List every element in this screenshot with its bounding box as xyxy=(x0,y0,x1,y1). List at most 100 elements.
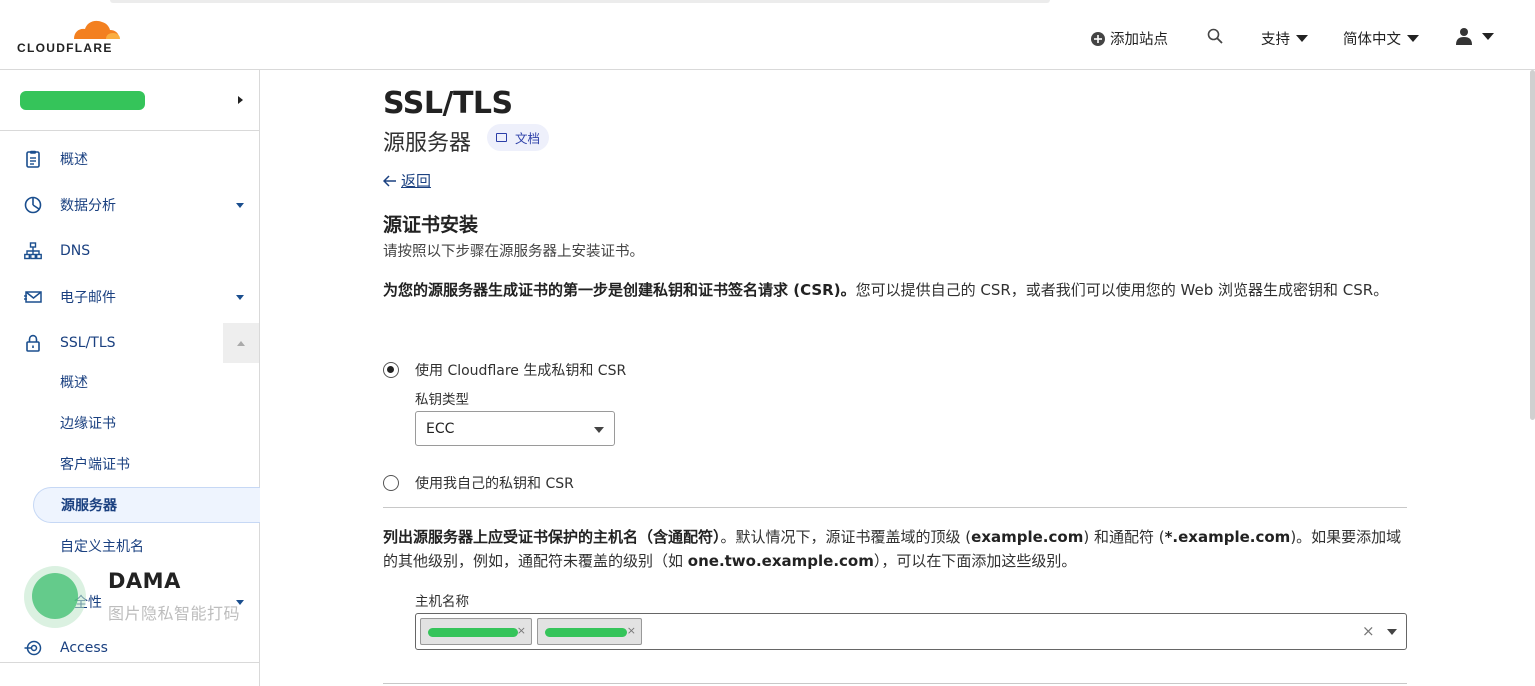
sidebar-item-label: DNS xyxy=(60,243,91,259)
pie-chart-icon xyxy=(24,196,42,214)
sidebar-item-label: 数据分析 xyxy=(60,198,116,214)
sidebar-item-label: SSL/TLS xyxy=(60,335,116,351)
back-link[interactable]: 返回 xyxy=(383,170,431,191)
sidebar-item-label: 概述 xyxy=(60,152,88,168)
book-icon xyxy=(496,133,507,142)
watermark-title: DAMA xyxy=(108,569,181,593)
chevron-down-icon xyxy=(594,427,604,433)
brand-wordmark: CLOUDFLARE xyxy=(17,41,113,55)
support-menu[interactable]: 支持 xyxy=(1261,28,1308,49)
sidebar-subitem-label: 客户端证书 xyxy=(60,457,130,473)
arrow-left-icon xyxy=(383,174,396,187)
sidebar-item-dns[interactable]: DNS xyxy=(0,231,259,271)
chevron-down-icon xyxy=(236,202,244,208)
add-site-button[interactable]: 添加站点 xyxy=(1091,28,1168,49)
docs-label: 文档 xyxy=(515,131,541,146)
sidebar-subitem-custom-hostnames[interactable]: 自定义主机名 xyxy=(33,528,260,564)
section-subtitle: 请按照以下步骤在源服务器上安装证书。 xyxy=(383,244,644,260)
user-menu[interactable] xyxy=(1455,27,1494,45)
search-button[interactable] xyxy=(1207,28,1224,45)
sidebar-subitem-origin-server[interactable]: 源服务器 xyxy=(33,487,260,523)
option-cloudflare-csr[interactable]: 使用 Cloudflare 生成私钥和 CSR xyxy=(383,360,626,380)
watermark-dot xyxy=(32,573,78,619)
sidebar-subitem-label: 源服务器 xyxy=(61,498,117,514)
access-icon xyxy=(24,640,42,656)
hostnames-label: 主机名称 xyxy=(415,594,469,610)
ssl-collapse-toggle[interactable] xyxy=(223,323,259,363)
chevron-up-icon xyxy=(237,341,245,346)
redacted-domain xyxy=(20,91,145,110)
watermark-subtitle: 图片隐私智能打码 xyxy=(108,604,241,623)
sidebar-subitem-label: 边缘证书 xyxy=(60,416,116,432)
csr-description: 为您的源服务器生成证书的第一步是创建私钥和证书签名请求 (CSR)。您可以提供自… xyxy=(383,278,1403,302)
page-subtitle: 源服务器 xyxy=(383,131,472,156)
network-icon xyxy=(24,242,42,260)
top-bar: CLOUDFLARE 添加站点 支持 简体中文 xyxy=(0,0,1535,70)
chevron-down-icon xyxy=(236,294,244,300)
clear-icon[interactable]: × xyxy=(1362,622,1375,640)
sidebar-subitem-label: 概述 xyxy=(60,375,88,391)
language-menu[interactable]: 简体中文 xyxy=(1343,28,1419,49)
key-type-value: ECC xyxy=(426,421,455,437)
hostname-chip[interactable]: × xyxy=(537,618,642,645)
clipboard-icon xyxy=(26,150,40,168)
key-type-select[interactable]: ECC xyxy=(415,411,615,446)
watermark-overlay: DAMA 图片隐私智能打码 xyxy=(24,566,264,636)
redacted-hostname xyxy=(428,628,518,637)
sidebar-subitem-edge-certificates[interactable]: 边缘证书 xyxy=(33,405,260,441)
sub-level-domain: one.two.example.com xyxy=(687,552,874,570)
user-icon xyxy=(1456,28,1472,45)
section-title: 源证书安装 xyxy=(383,214,479,236)
sidebar-item-email[interactable]: 电子邮件 xyxy=(0,277,259,317)
sidebar-subitem-client-certificates[interactable]: 客户端证书 xyxy=(33,446,260,482)
csr-description-bold: 为您的源服务器生成证书的第一步是创建私钥和证书签名请求 (CSR)。 xyxy=(383,281,856,299)
add-site-label: 添加站点 xyxy=(1110,32,1168,48)
hostname-chip[interactable]: × xyxy=(420,618,532,645)
wildcard-domain: *.example.com xyxy=(1164,528,1291,546)
section-divider xyxy=(383,507,1407,508)
example-domain: example.com xyxy=(971,528,1084,546)
option-own-csr[interactable]: 使用我自己的私钥和 CSR xyxy=(383,473,574,493)
chevron-down-icon xyxy=(1296,35,1308,42)
redacted-hostname xyxy=(545,628,627,637)
hostnames-input[interactable]: × × × xyxy=(415,613,1407,650)
cloudflare-logo[interactable]: CLOUDFLARE xyxy=(16,17,126,57)
support-label: 支持 xyxy=(1261,32,1290,48)
main-content: SSL/TLS 源服务器 文档 返回 源证书安装 请按照以下步骤在源服务器上安装… xyxy=(383,70,1413,686)
lock-icon xyxy=(26,334,40,352)
chevron-down-icon[interactable] xyxy=(1387,629,1397,635)
top-bar-edge xyxy=(110,0,1050,3)
envelope-icon xyxy=(24,291,42,303)
key-type-label: 私钥类型 xyxy=(415,392,469,408)
page-scrollbar[interactable] xyxy=(1530,70,1535,420)
sidebar-subitem-overview[interactable]: 概述 xyxy=(33,364,260,400)
csr-description-text: 您可以提供自己的 CSR，或者我们可以使用您的 Web 浏览器生成密钥和 CSR… xyxy=(855,281,1389,299)
sidebar-item-analytics[interactable]: 数据分析 xyxy=(0,185,259,225)
chevron-down-icon xyxy=(1482,32,1494,40)
section-divider xyxy=(383,683,1407,684)
hostnames-description: 列出源服务器上应受证书保护的主机名（含通配符）。默认情况下，源证书覆盖域的顶级 … xyxy=(383,525,1407,573)
sidebar-item-label: 电子邮件 xyxy=(60,290,116,306)
hostnames-description-bold: 列出源服务器上应受证书保护的主机名（含通配符） xyxy=(383,528,721,546)
hostnames-description-text: 。默认情况下，源证书覆盖域的顶级 ( xyxy=(720,528,972,546)
sidebar-subitem-label: 自定义主机名 xyxy=(60,539,144,555)
sidebar-item-overview[interactable]: 概述 xyxy=(0,139,259,179)
hostnames-description-text: ），可以在下面添加这些级别。 xyxy=(873,552,1077,570)
cloud-logo-icon xyxy=(74,20,120,39)
back-label: 返回 xyxy=(401,172,432,190)
search-icon xyxy=(1207,28,1223,44)
account-selector[interactable] xyxy=(0,70,259,131)
sidebar-item-ssl-tls[interactable]: SSL/TLS xyxy=(0,323,223,363)
remove-chip-icon[interactable]: × xyxy=(627,624,636,637)
remove-chip-icon[interactable]: × xyxy=(517,624,526,637)
hostnames-description-text: ) 和通配符 ( xyxy=(1083,528,1165,546)
radio-checked-icon[interactable] xyxy=(383,362,399,378)
language-label: 简体中文 xyxy=(1343,32,1401,48)
radio-unchecked-icon[interactable] xyxy=(383,475,399,491)
sidebar-item-label: Access xyxy=(60,640,108,656)
option-cloudflare-csr-label: 使用 Cloudflare 生成私钥和 CSR xyxy=(415,363,627,379)
option-own-csr-label: 使用我自己的私钥和 CSR xyxy=(415,476,574,492)
docs-link[interactable]: 文档 xyxy=(487,124,550,151)
chevron-down-icon xyxy=(1407,35,1419,42)
page-title: SSL/TLS xyxy=(383,86,513,121)
